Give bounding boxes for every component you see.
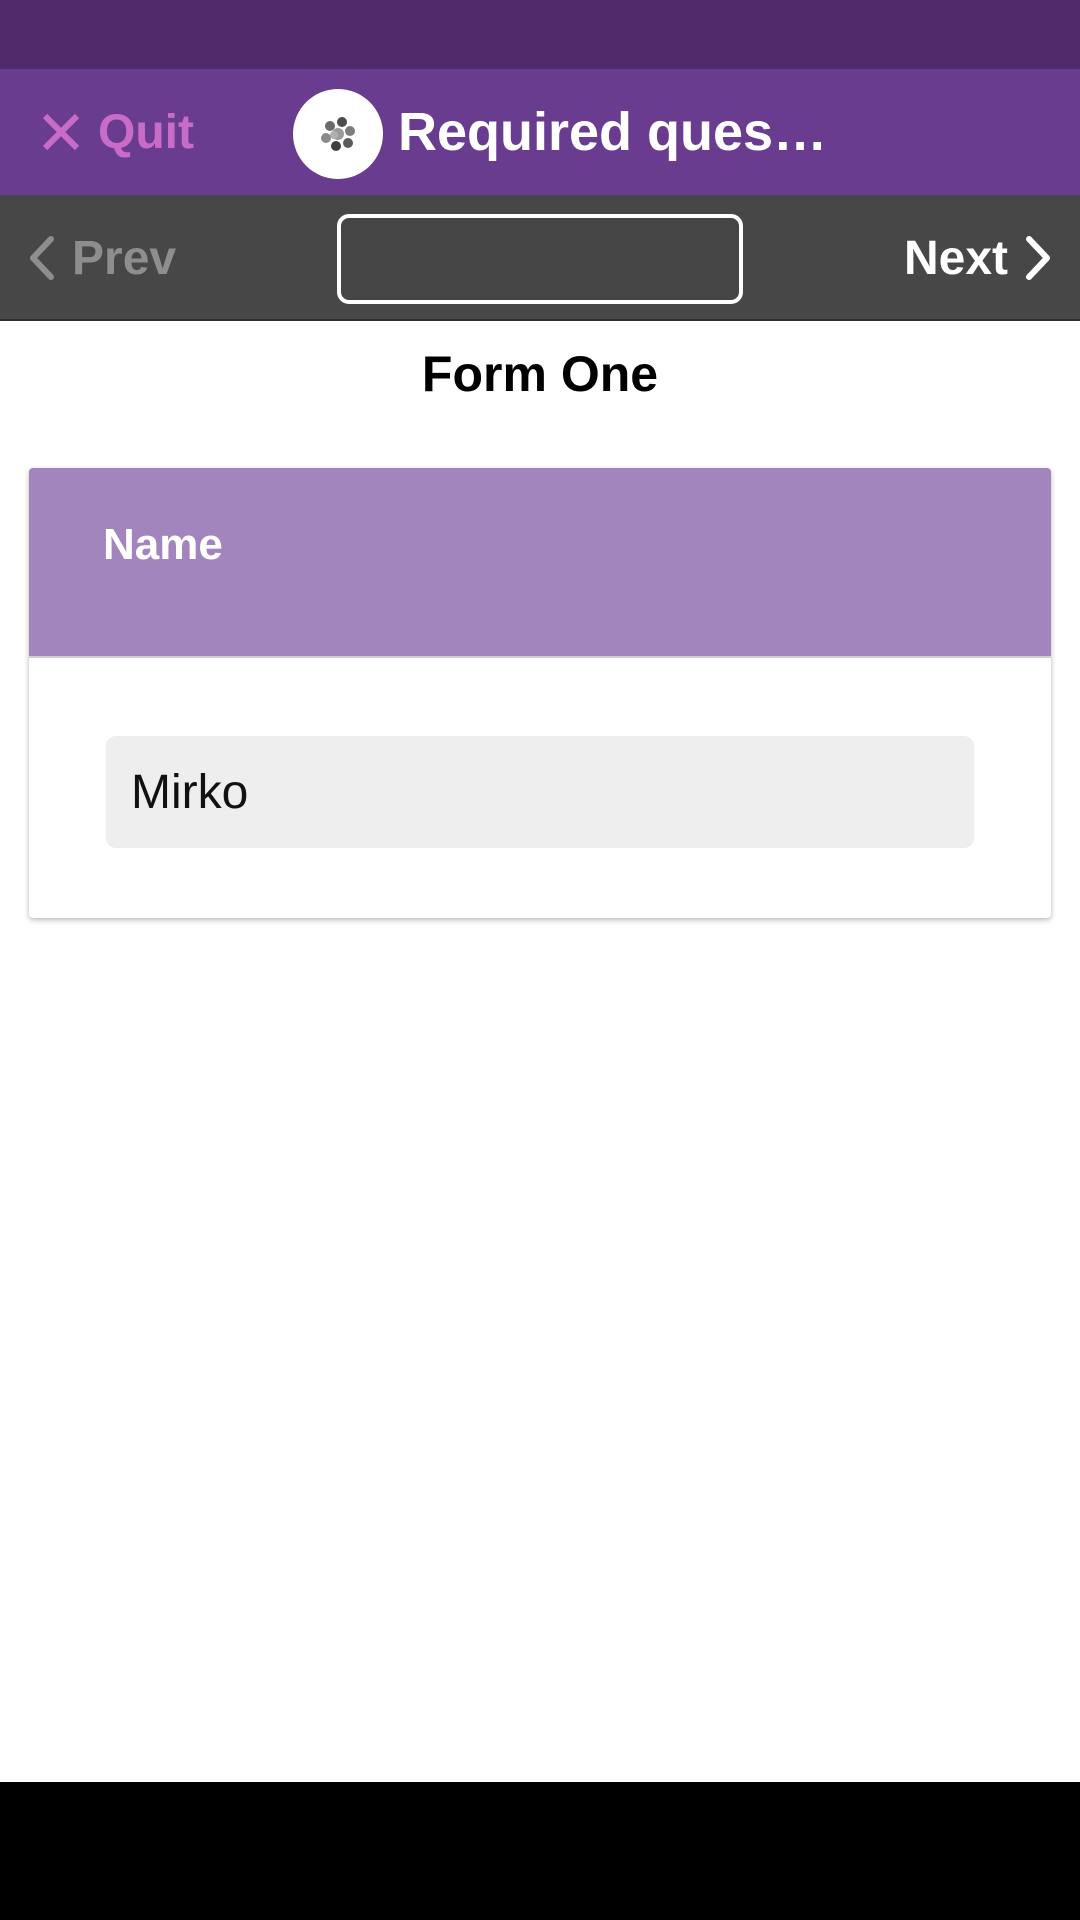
app-bar: Quit Required ques… xyxy=(0,69,1080,195)
chevron-left-icon xyxy=(30,236,54,280)
question-jump-input[interactable] xyxy=(337,214,743,304)
prev-button[interactable]: Prev xyxy=(24,195,176,321)
prev-label: Prev xyxy=(72,231,177,285)
next-label: Next xyxy=(903,231,1008,285)
status-bar xyxy=(0,0,1080,69)
screen: Quit Required ques… Prev Next Form One N… xyxy=(0,0,1080,1920)
question-header: Name xyxy=(29,468,1051,658)
quit-label: Quit xyxy=(98,105,194,159)
name-answer-input[interactable] xyxy=(106,736,974,848)
app-logo-icon xyxy=(293,89,383,179)
next-button[interactable]: Next xyxy=(904,195,1056,321)
form-title: Form One xyxy=(421,346,659,402)
app-title: Required ques… xyxy=(398,102,828,162)
chevron-right-icon xyxy=(1026,236,1050,280)
quit-button[interactable]: Quit xyxy=(40,69,194,195)
navigation-bar: Prev Next xyxy=(0,195,1080,321)
question-card: Name xyxy=(29,468,1051,918)
system-navigation-bar xyxy=(0,1782,1080,1920)
question-label: Name xyxy=(103,520,223,569)
close-icon xyxy=(42,113,80,151)
